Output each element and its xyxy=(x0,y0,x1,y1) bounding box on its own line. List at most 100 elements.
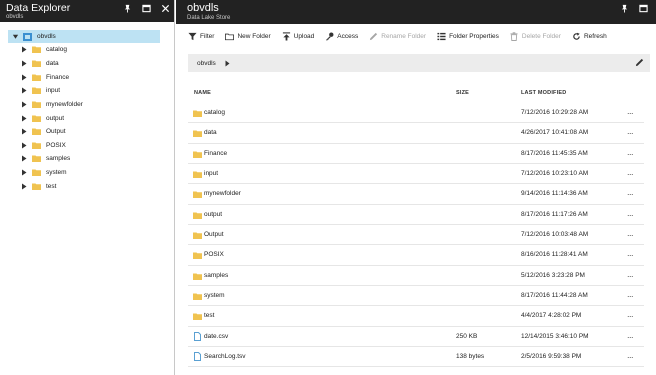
tree-item[interactable]: input xyxy=(8,84,160,98)
folder-row[interactable]: samples 5/12/2016 3:23:28 PM... xyxy=(188,266,644,287)
rename-folder-button[interactable]: Rename Folder xyxy=(369,32,426,41)
tree-item[interactable]: data xyxy=(8,57,160,71)
close-icon[interactable] xyxy=(160,3,170,13)
more-options-icon[interactable]: ... xyxy=(627,208,634,218)
more-options-icon[interactable]: ... xyxy=(627,147,634,157)
folder-row[interactable]: mynewfolder 9/14/2016 11:14:36 AM... xyxy=(188,184,644,205)
tree-item-label: POSIX xyxy=(46,141,66,149)
more-options-icon[interactable]: ... xyxy=(627,269,634,279)
row-name[interactable]: POSIX xyxy=(204,251,224,258)
tree-item[interactable]: POSIX xyxy=(8,138,160,152)
row-name[interactable]: date.csv xyxy=(204,333,228,340)
row-name[interactable]: Output xyxy=(204,231,224,238)
row-name[interactable]: system xyxy=(204,292,225,299)
row-name[interactable]: mynewfolder xyxy=(204,190,241,197)
tree-item[interactable]: output xyxy=(8,111,160,125)
folder-row[interactable]: catalog 7/12/2016 10:29:28 AM... xyxy=(188,103,644,124)
tree-item[interactable]: mynewfolder xyxy=(8,98,160,112)
row-name[interactable]: data xyxy=(204,129,217,136)
file-row[interactable]: date.csv 250 KB 12/14/2015 3:46:10 PM... xyxy=(188,327,644,348)
more-options-icon[interactable]: ... xyxy=(627,330,634,340)
data-lake-store-blade: obvdls Data Lake Store Filter New Folder xyxy=(176,0,656,375)
more-options-icon[interactable]: ... xyxy=(627,187,634,197)
delete-folder-label: Delete Folder xyxy=(521,32,561,40)
tree-item-label: mynewfolder xyxy=(46,100,83,108)
folder-icon xyxy=(32,60,41,67)
caret-right-icon[interactable] xyxy=(20,169,28,177)
more-options-icon[interactable]: ... xyxy=(627,126,634,136)
folder-row[interactable]: test 4/4/2017 4:28:02 PM... xyxy=(188,306,644,327)
edit-path-icon[interactable] xyxy=(635,58,644,67)
delete-folder-button[interactable]: Delete Folder xyxy=(510,31,561,41)
folder-row[interactable]: input 7/12/2016 10:23:10 AM... xyxy=(188,164,644,185)
row-name[interactable]: Finance xyxy=(204,150,227,157)
maximize-icon[interactable] xyxy=(141,3,151,13)
caret-right-icon[interactable] xyxy=(20,100,28,108)
row-name[interactable]: output xyxy=(204,211,222,218)
tree-item[interactable]: system xyxy=(8,166,160,180)
caret-right-icon[interactable] xyxy=(20,73,28,81)
folder-icon xyxy=(32,74,41,81)
maximize-icon[interactable] xyxy=(638,3,648,13)
folder-row[interactable]: system 8/17/2016 11:44:28 AM... xyxy=(188,286,644,307)
chevron-right-icon[interactable] xyxy=(225,59,231,67)
upload-label: Upload xyxy=(293,32,315,40)
row-size: 250 KB xyxy=(456,332,478,340)
column-header-last-modified[interactable]: LAST MODIFIED xyxy=(521,90,566,96)
folder-row[interactable]: output 8/17/2016 11:17:26 AM... xyxy=(188,205,644,226)
folder-icon xyxy=(193,212,202,219)
file-list: catalog 7/12/2016 10:29:28 AM... data 4/26/… xyxy=(188,103,644,368)
upload-icon xyxy=(282,31,291,41)
row-last-modified: 4/4/2017 4:28:02 PM xyxy=(521,312,582,320)
more-options-icon[interactable]: ... xyxy=(627,309,634,319)
more-options-icon[interactable]: ... xyxy=(627,248,634,258)
caret-right-icon[interactable] xyxy=(20,155,28,163)
data-explorer-blade: Data Explorer obvdls obvdls catalog data F… xyxy=(0,0,175,375)
breadcrumb-segment[interactable]: obvdls xyxy=(197,60,216,67)
row-name[interactable]: samples xyxy=(204,272,228,279)
filter-button[interactable]: Filter xyxy=(188,32,214,41)
caret-right-icon[interactable] xyxy=(20,141,28,149)
row-name[interactable]: SearchLog.tsv xyxy=(204,353,246,360)
row-name[interactable]: input xyxy=(204,170,218,177)
folder-properties-button[interactable]: Folder Properties xyxy=(437,32,499,41)
column-header-size[interactable]: SIZE xyxy=(456,90,469,96)
pin-icon[interactable] xyxy=(619,3,629,13)
more-options-icon[interactable]: ... xyxy=(627,350,634,360)
caret-right-icon[interactable] xyxy=(20,182,28,190)
tree-item-label: output xyxy=(46,114,65,122)
caret-right-icon[interactable] xyxy=(20,114,28,122)
tree-item[interactable]: Output xyxy=(8,125,160,139)
data-lake-store-header: obvdls Data Lake Store xyxy=(176,0,656,24)
refresh-button[interactable]: Refresh xyxy=(572,32,607,41)
file-row[interactable]: SearchLog.tsv 138 bytes 2/5/2016 9:59:38 P… xyxy=(188,347,644,368)
tree-item[interactable]: test xyxy=(8,179,160,193)
trash-icon xyxy=(510,31,519,41)
caret-down-icon[interactable] xyxy=(11,33,19,41)
folder-row[interactable]: Output 7/12/2016 10:03:48 AM... xyxy=(188,225,644,246)
tree-item[interactable]: samples xyxy=(8,152,160,166)
access-button[interactable]: Access xyxy=(325,32,358,41)
folder-row[interactable]: POSIX 8/16/2016 11:28:41 AM... xyxy=(188,245,644,266)
row-name[interactable]: catalog xyxy=(204,109,225,116)
row-name[interactable]: test xyxy=(204,312,214,319)
tree-item[interactable]: catalog xyxy=(8,43,160,57)
more-options-icon[interactable]: ... xyxy=(627,167,634,177)
tree-root-label: obvdls xyxy=(37,33,56,40)
caret-right-icon[interactable] xyxy=(20,46,28,54)
caret-right-icon[interactable] xyxy=(20,59,28,67)
folder-row[interactable]: Finance 8/17/2016 11:45:35 AM... xyxy=(188,144,644,165)
pin-icon[interactable] xyxy=(122,3,132,13)
upload-button[interactable]: Upload xyxy=(282,31,315,41)
new-folder-button[interactable]: New Folder xyxy=(225,32,271,41)
caret-right-icon[interactable] xyxy=(20,87,28,95)
more-options-icon[interactable]: ... xyxy=(627,289,634,299)
tree-root-obvdls[interactable]: obvdls xyxy=(8,30,160,43)
tree-item[interactable]: Finance xyxy=(8,70,160,84)
tree-item-label: data xyxy=(46,59,59,67)
column-header-name[interactable]: NAME xyxy=(194,90,211,96)
caret-right-icon[interactable] xyxy=(20,128,28,136)
more-options-icon[interactable]: ... xyxy=(627,106,634,116)
folder-row[interactable]: data 4/26/2017 10:41:08 AM... xyxy=(188,123,644,144)
more-options-icon[interactable]: ... xyxy=(627,228,634,238)
